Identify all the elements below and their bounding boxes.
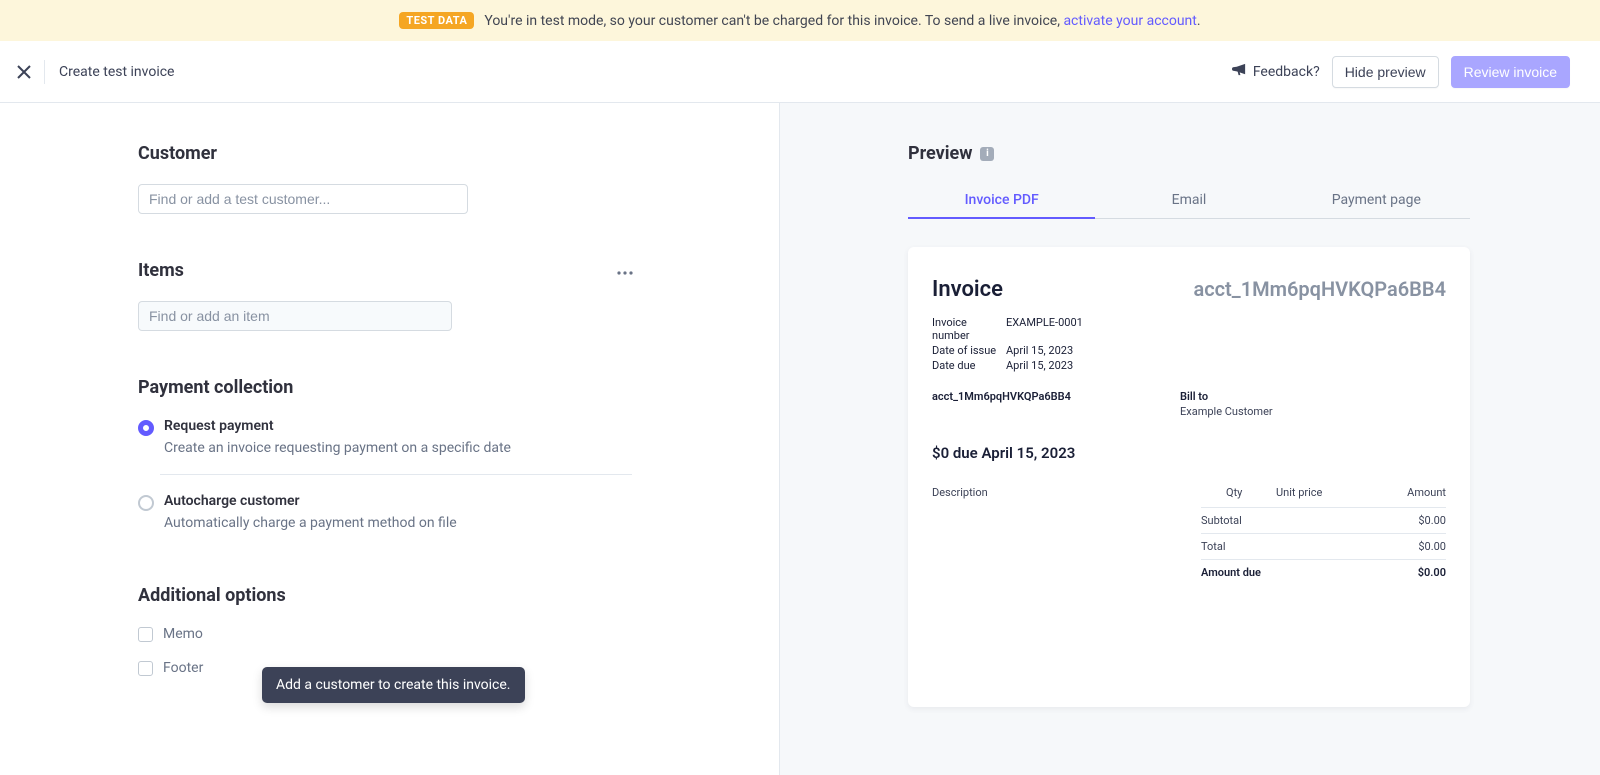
additional-options-section: Additional options Memo Footer [138, 585, 779, 676]
tab-invoice-pdf[interactable]: Invoice PDF [908, 182, 1095, 218]
divider [44, 60, 45, 84]
radio-unselected-icon [138, 495, 154, 511]
divider [160, 474, 632, 475]
test-mode-banner: TEST DATA You're in test mode, so your c… [0, 0, 1600, 41]
customer-input[interactable] [138, 184, 468, 214]
radio-autocharge[interactable]: Autocharge customer Automatically charge… [138, 493, 779, 531]
page-title: Create test invoice [59, 64, 174, 80]
checkbox-icon [138, 661, 153, 676]
checkbox-label: Footer [163, 660, 203, 676]
radio-label: Autocharge customer [164, 493, 779, 509]
item-input[interactable] [138, 301, 452, 331]
banner-text: You're in test mode, so your customer ca… [484, 13, 1200, 29]
preview-heading: Preview i [908, 143, 1470, 164]
checkbox-label: Memo [163, 626, 203, 642]
customer-heading: Customer [138, 143, 779, 164]
invoice-due-line: $0 due April 15, 2023 [932, 444, 1446, 462]
amount-due-row: Amount due $0.00 [1201, 559, 1446, 585]
invoice-document: Invoice acct_1Mm6pqHVKQPa6BB4 Invoice nu… [908, 247, 1470, 707]
invoice-line-items-table: Description Qty Unit price Amount Subtot… [932, 486, 1446, 585]
payment-collection-section: Payment collection Request payment Creat… [138, 377, 779, 531]
tab-email[interactable]: Email [1095, 182, 1282, 218]
payment-collection-heading: Payment collection [138, 377, 779, 398]
invoice-parties: acct_1Mm6pqHVKQPa6BB4 Bill to Example Cu… [932, 390, 1446, 418]
radio-description: Automatically charge a payment method on… [164, 515, 779, 531]
col-description: Description [932, 486, 1226, 499]
preview-tabs: Invoice PDF Email Payment page [908, 182, 1470, 219]
activate-account-link[interactable]: activate your account [1063, 13, 1196, 29]
test-data-badge: TEST DATA [399, 12, 474, 29]
close-icon[interactable] [10, 58, 38, 86]
bill-to-name: Example Customer [1180, 405, 1273, 418]
radio-label: Request payment [164, 418, 779, 434]
tab-payment-page[interactable]: Payment page [1283, 182, 1470, 218]
invoice-account: acct_1Mm6pqHVKQPa6BB4 [1193, 277, 1446, 301]
col-qty: Qty [1226, 486, 1276, 499]
review-invoice-button[interactable]: Review invoice [1451, 56, 1570, 88]
subtotal-row: Subtotal $0.00 [1201, 507, 1446, 533]
items-heading: Items [138, 260, 184, 281]
hide-preview-button[interactable]: Hide preview [1332, 56, 1439, 88]
more-icon[interactable] [617, 263, 633, 279]
radio-request-payment[interactable]: Request payment Create an invoice reques… [138, 418, 779, 456]
total-row: Total $0.00 [1201, 533, 1446, 559]
checkbox-icon [138, 627, 153, 642]
form-pane: Customer Items Payment collection Reques… [0, 103, 780, 775]
additional-options-heading: Additional options [138, 585, 779, 606]
tooltip: Add a customer to create this invoice. [262, 667, 525, 703]
memo-checkbox-row[interactable]: Memo [138, 626, 779, 642]
info-icon[interactable]: i [980, 147, 994, 161]
items-section: Items [138, 260, 779, 331]
col-unit-price: Unit price [1276, 486, 1376, 499]
invoice-meta: Invoice number EXAMPLE-0001 Date of issu… [932, 316, 1446, 372]
page-header: Create test invoice Feedback? Hide previ… [0, 41, 1600, 103]
invoice-from: acct_1Mm6pqHVKQPa6BB4 [932, 390, 1180, 418]
megaphone-icon [1232, 62, 1247, 81]
bill-to-label: Bill to [1180, 390, 1273, 403]
col-amount: Amount [1376, 486, 1446, 499]
preview-pane: Preview i Invoice PDF Email Payment page… [780, 103, 1600, 775]
customer-section: Customer [138, 143, 779, 214]
radio-description: Create an invoice requesting payment on … [164, 440, 779, 456]
invoice-heading: Invoice [932, 277, 1003, 302]
radio-selected-icon [138, 420, 154, 436]
feedback-button[interactable]: Feedback? [1232, 62, 1320, 81]
